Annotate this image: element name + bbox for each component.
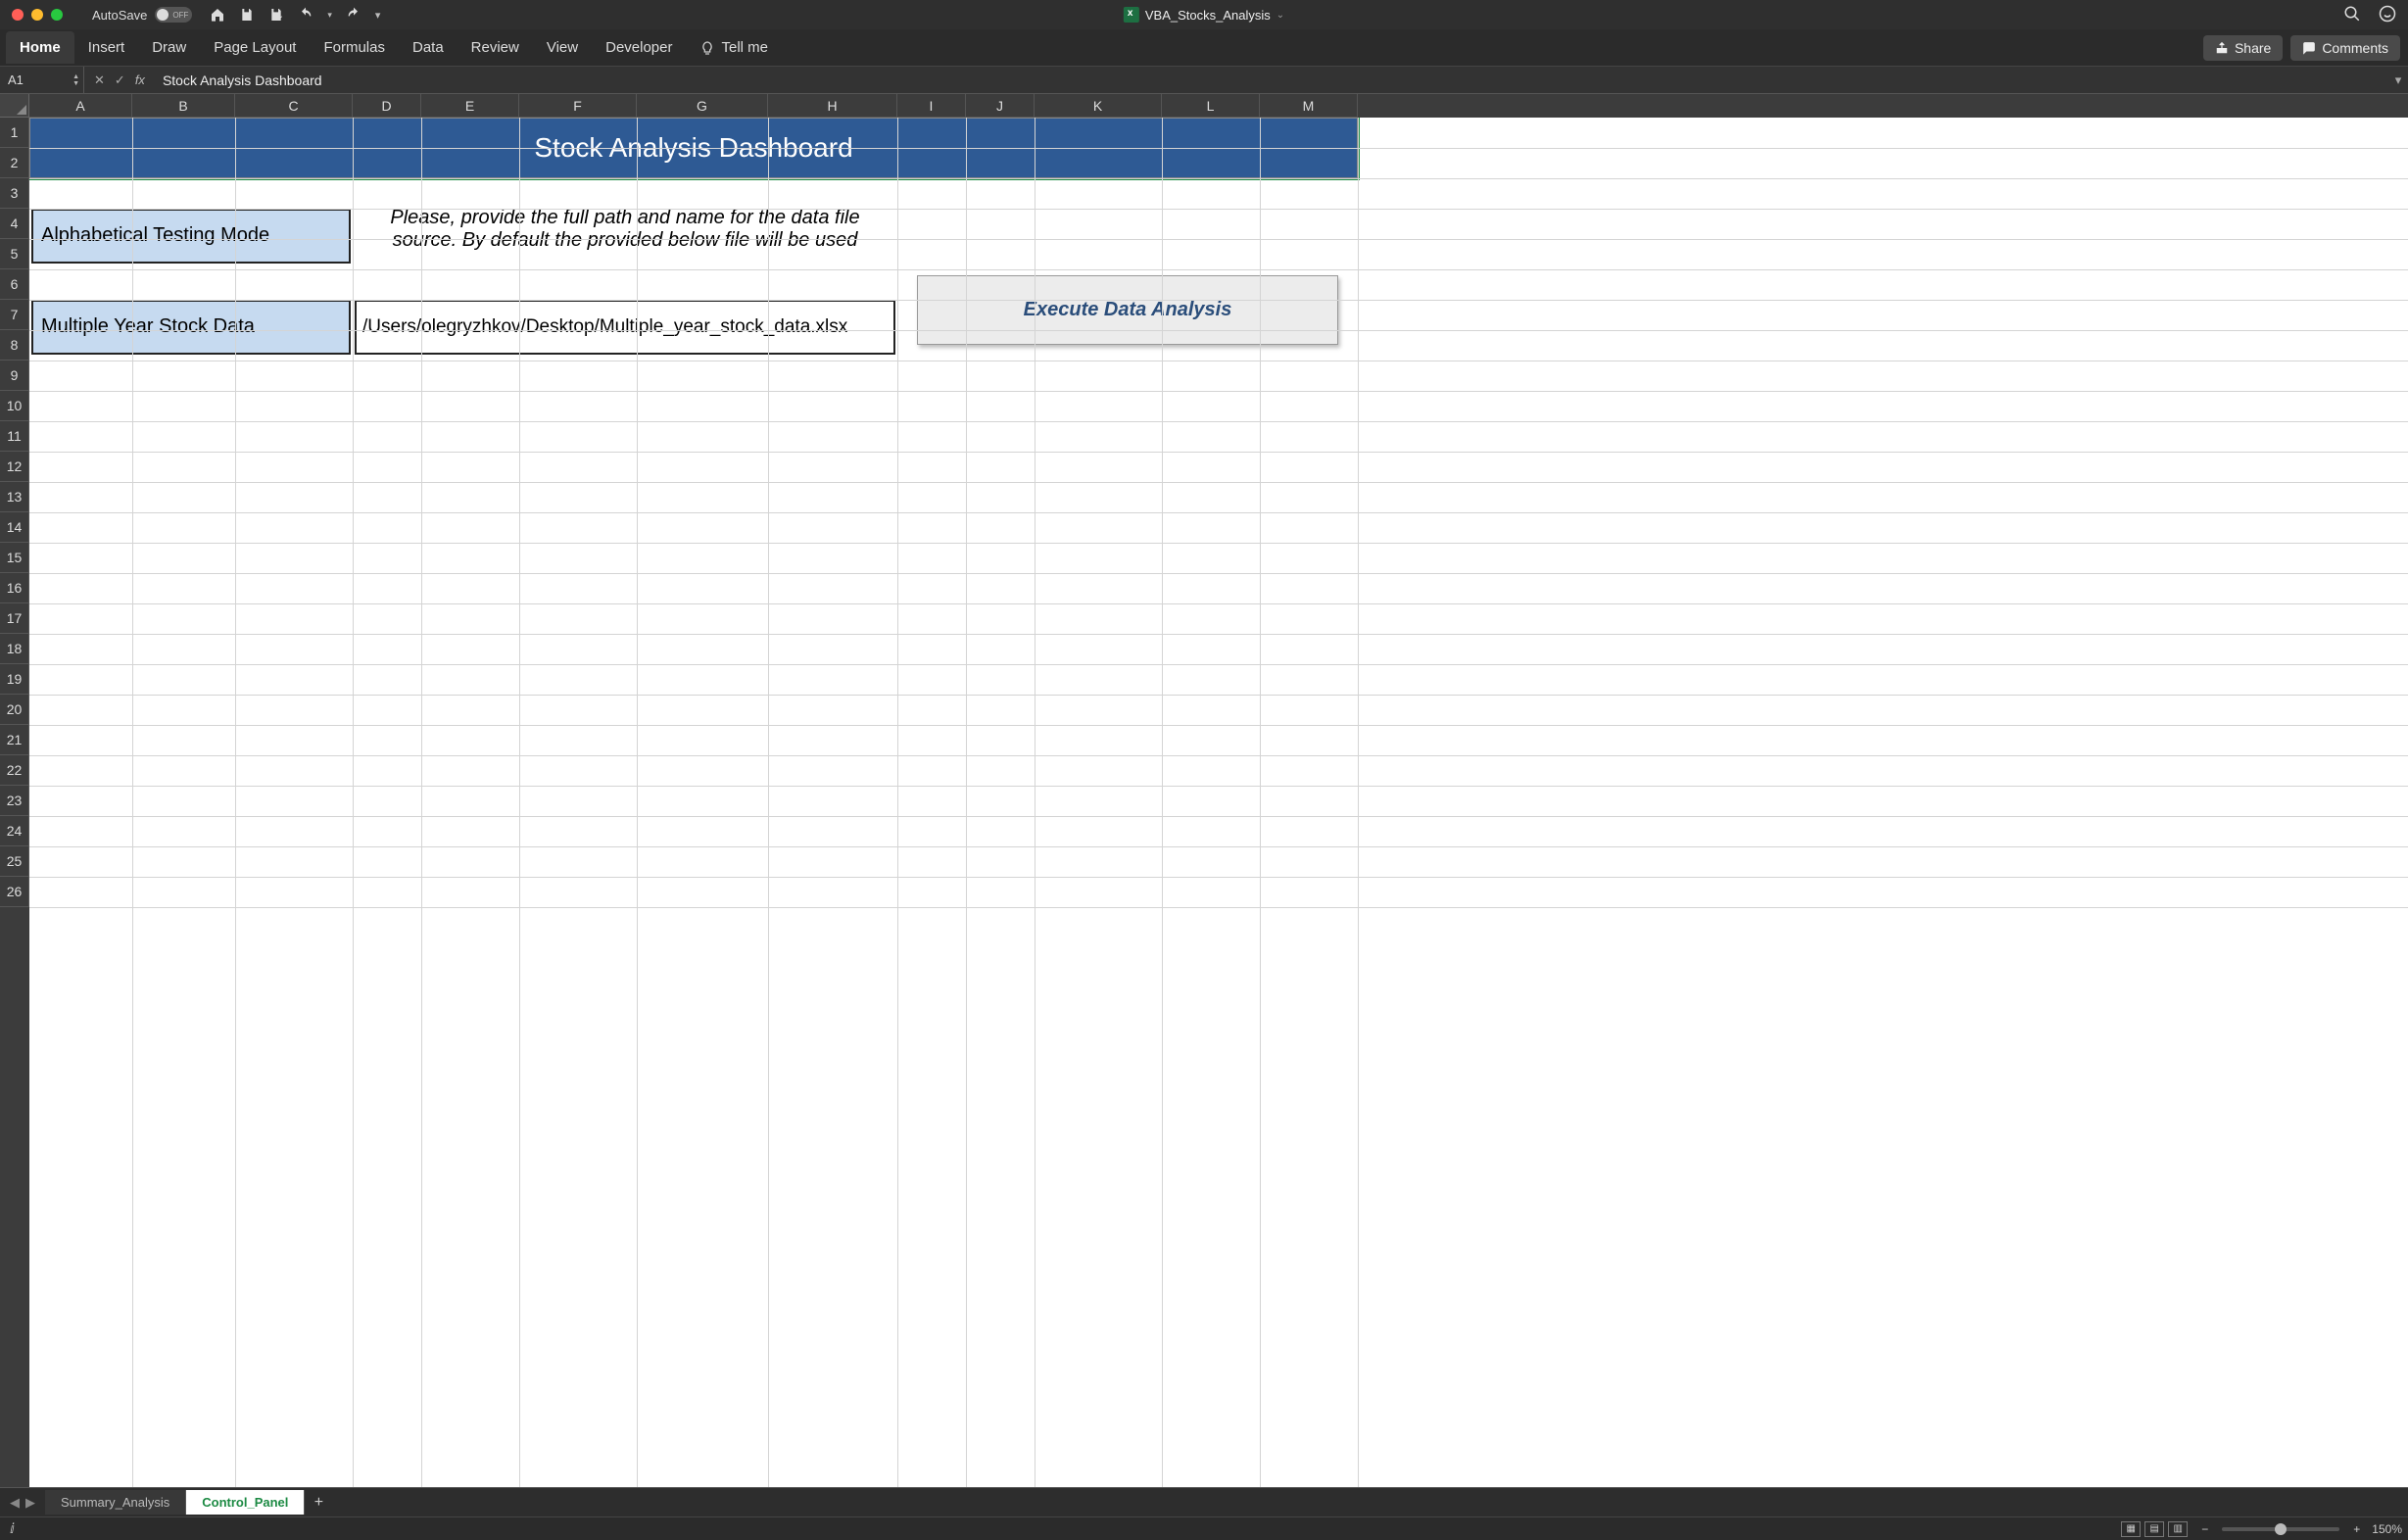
column-header-M[interactable]: M bbox=[1260, 94, 1358, 118]
column-header-C[interactable]: C bbox=[235, 94, 353, 118]
row-header-24[interactable]: 24 bbox=[0, 816, 29, 846]
row-header-13[interactable]: 13 bbox=[0, 482, 29, 512]
mode-button-cell[interactable]: Alphabetical Testing Mode bbox=[31, 209, 351, 264]
row-header-15[interactable]: 15 bbox=[0, 543, 29, 573]
column-header-I[interactable]: I bbox=[897, 94, 966, 118]
expand-formula-bar-icon[interactable]: ▾ bbox=[2388, 72, 2408, 88]
column-header-H[interactable]: H bbox=[768, 94, 897, 118]
row-header-19[interactable]: 19 bbox=[0, 664, 29, 695]
ribbon-tab-review[interactable]: Review bbox=[458, 31, 533, 64]
row-header-5[interactable]: 5 bbox=[0, 239, 29, 269]
column-header-L[interactable]: L bbox=[1162, 94, 1260, 118]
autosave-toggle[interactable]: OFF bbox=[155, 7, 192, 23]
sheet-tab-control_panel[interactable]: Control_Panel bbox=[186, 1490, 305, 1515]
comments-button[interactable]: Comments bbox=[2290, 35, 2400, 61]
ribbon-tabs: HomeInsertDrawPage LayoutFormulasDataRev… bbox=[0, 29, 2408, 67]
fx-icon[interactable]: fx bbox=[135, 72, 145, 87]
spreadsheet-grid[interactable]: ABCDEFGHIJKLM 12345678910111213141516171… bbox=[0, 94, 2408, 1487]
column-header-G[interactable]: G bbox=[637, 94, 768, 118]
column-header-F[interactable]: F bbox=[519, 94, 637, 118]
ribbon-tab-formulas[interactable]: Formulas bbox=[310, 31, 399, 64]
select-all-corner[interactable] bbox=[0, 94, 29, 118]
page-layout-view-icon[interactable]: ▤ bbox=[2144, 1521, 2164, 1537]
search-icon[interactable] bbox=[2343, 5, 2361, 25]
account-smile-icon[interactable] bbox=[2379, 5, 2396, 25]
sheet-nav-next-icon[interactable]: ▶ bbox=[25, 1495, 35, 1511]
enter-icon[interactable]: ✓ bbox=[115, 72, 125, 88]
column-header-K[interactable]: K bbox=[1035, 94, 1162, 118]
row-header-9[interactable]: 9 bbox=[0, 361, 29, 391]
column-header-E[interactable]: E bbox=[421, 94, 519, 118]
row-header-20[interactable]: 20 bbox=[0, 695, 29, 725]
column-header-D[interactable]: D bbox=[353, 94, 421, 118]
ribbon-tab-home[interactable]: Home bbox=[6, 31, 74, 64]
filename-dropdown-icon[interactable]: ⌄ bbox=[1276, 10, 1284, 21]
zoom-slider[interactable] bbox=[2222, 1527, 2339, 1531]
row-header-21[interactable]: 21 bbox=[0, 725, 29, 755]
zoom-out-button[interactable]: − bbox=[2195, 1522, 2214, 1536]
row-header-8[interactable]: 8 bbox=[0, 330, 29, 361]
zoom-level[interactable]: 150% bbox=[2366, 1522, 2408, 1536]
formula-input[interactable] bbox=[163, 72, 2388, 88]
row-header-12[interactable]: 12 bbox=[0, 452, 29, 482]
row-header-16[interactable]: 16 bbox=[0, 573, 29, 603]
row-header-7[interactable]: 7 bbox=[0, 300, 29, 330]
column-header-B[interactable]: B bbox=[132, 94, 235, 118]
excel-file-icon bbox=[1124, 7, 1139, 23]
minimize-window-icon[interactable] bbox=[31, 9, 43, 21]
row-header-11[interactable]: 11 bbox=[0, 421, 29, 452]
row-header-25[interactable]: 25 bbox=[0, 846, 29, 877]
name-box[interactable]: A1 ▲▼ bbox=[0, 67, 84, 93]
text-cursor-icon: ⅈ bbox=[10, 1520, 15, 1537]
file-path-cell[interactable]: /Users/olegryzhkov/Desktop/Multiple_year… bbox=[355, 300, 895, 355]
add-sheet-button[interactable]: + bbox=[305, 1494, 332, 1512]
row-header-10[interactable]: 10 bbox=[0, 391, 29, 421]
qat-more-icon[interactable]: ▾ bbox=[375, 9, 381, 22]
close-window-icon[interactable] bbox=[12, 9, 24, 21]
save-icon[interactable] bbox=[239, 7, 255, 23]
sheet-tab-summary_analysis[interactable]: Summary_Analysis bbox=[45, 1490, 186, 1515]
row-header-22[interactable]: 22 bbox=[0, 755, 29, 786]
ribbon-tab-developer[interactable]: Developer bbox=[592, 31, 686, 64]
sheet-tab-bar: ◀ ▶ Summary_AnalysisControl_Panel + bbox=[0, 1487, 2408, 1516]
window-filename: VBA_Stocks_Analysis bbox=[1145, 8, 1271, 23]
ribbon-tab-page-layout[interactable]: Page Layout bbox=[200, 31, 310, 64]
column-header-A[interactable]: A bbox=[29, 94, 132, 118]
row-header-6[interactable]: 6 bbox=[0, 269, 29, 300]
ribbon-tab-view[interactable]: View bbox=[533, 31, 592, 64]
row-header-17[interactable]: 17 bbox=[0, 603, 29, 634]
ribbon-tab-draw[interactable]: Draw bbox=[138, 31, 200, 64]
page-break-view-icon[interactable]: ▥ bbox=[2168, 1521, 2188, 1537]
share-button[interactable]: Share bbox=[2203, 35, 2283, 61]
row-header-18[interactable]: 18 bbox=[0, 634, 29, 664]
save-edit-icon[interactable] bbox=[268, 7, 284, 23]
row-header-23[interactable]: 23 bbox=[0, 786, 29, 816]
mac-titlebar: AutoSave OFF ▾ ▾ VBA_Stocks_Analysis ⌄ bbox=[0, 0, 2408, 29]
undo-dropdown-icon[interactable]: ▾ bbox=[327, 10, 332, 21]
zoom-in-button[interactable]: + bbox=[2347, 1522, 2366, 1536]
row-header-3[interactable]: 3 bbox=[0, 178, 29, 209]
instruction-text: Please, provide the full path and name f… bbox=[353, 207, 897, 267]
row-header-4[interactable]: 4 bbox=[0, 209, 29, 239]
undo-icon[interactable] bbox=[298, 7, 313, 23]
autosave-label: AutoSave bbox=[92, 8, 147, 23]
row-header-14[interactable]: 14 bbox=[0, 512, 29, 543]
status-bar: ⅈ ▦ ▤ ▥ − + 150% bbox=[0, 1516, 2408, 1540]
row-header-1[interactable]: 1 bbox=[0, 118, 29, 148]
sheet-nav-prev-icon[interactable]: ◀ bbox=[10, 1495, 20, 1511]
ribbon-tab-insert[interactable]: Insert bbox=[74, 31, 139, 64]
maximize-window-icon[interactable] bbox=[51, 9, 63, 21]
ribbon-tab-data[interactable]: Data bbox=[399, 31, 458, 64]
tell-me[interactable]: Tell me bbox=[686, 31, 782, 64]
normal-view-icon[interactable]: ▦ bbox=[2121, 1521, 2141, 1537]
formula-bar: A1 ▲▼ ✕ ✓ fx ▾ bbox=[0, 67, 2408, 94]
execute-analysis-button[interactable]: Execute Data Analysis bbox=[917, 275, 1338, 345]
home-icon[interactable] bbox=[210, 7, 225, 23]
row-header-2[interactable]: 2 bbox=[0, 148, 29, 178]
column-header-J[interactable]: J bbox=[966, 94, 1035, 118]
data-button-cell[interactable]: Multiple Year Stock Data bbox=[31, 300, 351, 355]
row-header-26[interactable]: 26 bbox=[0, 877, 29, 907]
cancel-icon[interactable]: ✕ bbox=[94, 72, 105, 88]
redo-icon[interactable] bbox=[346, 7, 361, 23]
